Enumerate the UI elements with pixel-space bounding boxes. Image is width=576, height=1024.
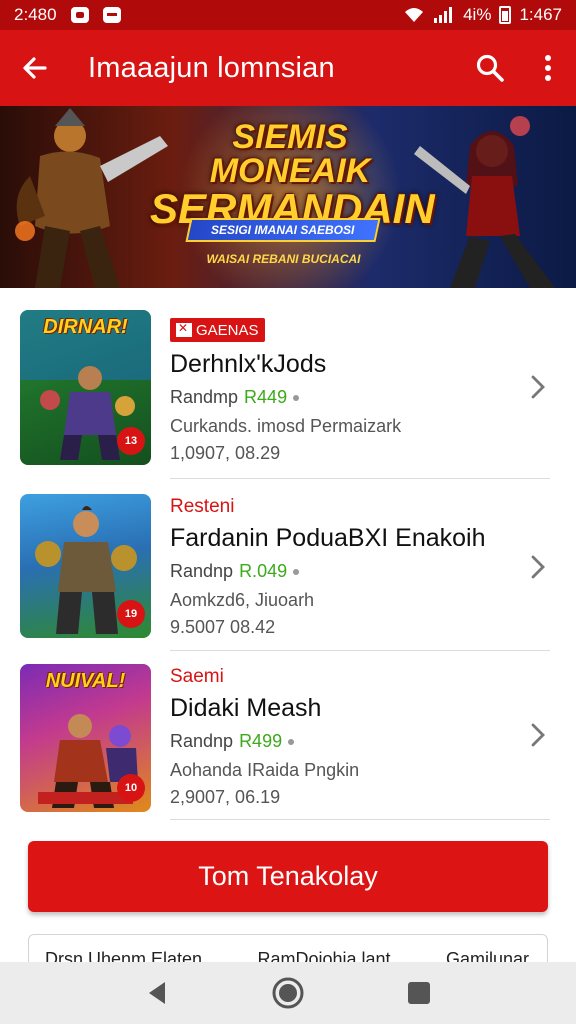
search-button[interactable] <box>460 30 520 106</box>
category-tag-label: Saemi <box>170 666 224 687</box>
item-price-label: Randnp <box>170 731 234 751</box>
age-rating-badge: 19 <box>117 600 145 628</box>
system-nav-bar <box>0 962 576 1024</box>
banner-title: SIEMIS MONEAIK SERMANDAIN <box>150 118 435 230</box>
item-price-row: Randnp R.049 <box>170 561 526 582</box>
item-price-label: Randmp <box>170 387 239 407</box>
category-tag-label: Resteni <box>170 496 235 517</box>
banner-ribbon: SESIGI IMANAI SAEBOSI <box>185 218 381 242</box>
separator-dot <box>288 738 295 745</box>
item-price-value: R449 <box>244 387 288 407</box>
item-subtitle: Curkands. imosd Permaizark <box>170 416 402 436</box>
item-date: 2,9007, 06.19 <box>170 787 281 807</box>
back-triangle-icon <box>149 982 166 1004</box>
signal-icon <box>434 7 453 23</box>
item-price-row: Randnp R499 <box>170 731 526 752</box>
item-price-value: R.049 <box>239 561 288 581</box>
message-notification-icon <box>70 7 89 23</box>
home-circle-icon <box>272 977 304 1009</box>
search-icon <box>476 54 504 82</box>
category-tag-label: GAENAS <box>196 321 259 339</box>
status-time-right: 1:467 <box>519 5 562 24</box>
item-price-value: R499 <box>239 731 283 751</box>
chevron-right-icon <box>528 720 548 750</box>
list-item[interactable]: 19 Resteni Fardanin PoduaBXI Enakoih Ran… <box>0 494 576 664</box>
age-rating-badge: 10 <box>117 774 145 802</box>
chevron-right-icon <box>528 372 548 402</box>
banner-tagline: WAISAI REBANI BUCIACAI <box>206 252 361 266</box>
list-divider <box>170 650 550 651</box>
separator-dot <box>293 568 300 575</box>
banner-ribbon-text: SESIGI IMANAI SAEBOSI <box>211 223 355 237</box>
item-price-row: Randmp R449 <box>170 387 526 408</box>
app-bar: Imaaajun lomnsian <box>0 30 576 106</box>
item-date: 1,0907, 08.29 <box>170 443 281 463</box>
age-rating-badge: 13 <box>117 427 145 455</box>
primary-action-button[interactable]: Tom Tenakolay <box>28 841 548 912</box>
chevron-right-icon <box>528 552 548 582</box>
item-thumbnail: 19 <box>20 494 151 638</box>
status-time-left: 2:480 <box>14 5 57 24</box>
list-divider <box>170 478 550 479</box>
item-thumbnail: NUIVAL! 10 <box>20 664 151 812</box>
item-title: Derhnlx'kJods <box>170 350 327 378</box>
item-price-label: Randnp <box>170 561 234 581</box>
nav-recents-button[interactable] <box>399 973 439 1013</box>
item-thumbnail-label: NUIVAL! <box>45 670 126 692</box>
item-thumbnail-label: DIRNAR! <box>43 316 128 338</box>
back-arrow-icon <box>23 57 47 79</box>
back-button[interactable] <box>0 30 70 106</box>
promo-banner[interactable]: SIEMIS MONEAIK SERMANDAIN SESIGI IMANAI … <box>0 106 576 288</box>
page-title: Imaaajun lomnsian <box>88 51 335 84</box>
item-info: GAENAS Derhnlx'kJods Randmp R449 Curkand… <box>170 318 526 464</box>
wifi-icon <box>405 8 424 22</box>
battery-icon <box>499 6 512 24</box>
nav-home-button[interactable] <box>268 973 308 1013</box>
separator-dot <box>293 394 300 401</box>
item-info: Saemi Didaki Meash Randnp R499 Aohanda I… <box>170 666 526 808</box>
more-options-button[interactable] <box>520 30 576 106</box>
item-subtitle: Aohanda IRaida Pngkin <box>170 760 360 780</box>
banner-title-line1: SIEMIS MONEAIK <box>209 118 371 190</box>
recents-square-icon <box>407 982 430 1004</box>
more-vert-icon <box>545 55 551 81</box>
item-subtitle: Aomkzd6, Jiuoarh <box>170 590 315 610</box>
status-bar: 2:480 4i% 1:467 <box>0 0 576 30</box>
item-date: 9.5007 08.42 <box>170 617 276 637</box>
list-item[interactable]: DIRNAR! 13 GAENAS Derhnlx'kJods Randmp R… <box>0 310 576 480</box>
category-tag-icon <box>176 321 192 337</box>
category-tag: GAENAS <box>170 318 265 342</box>
item-thumbnail: DIRNAR! 13 <box>20 310 151 465</box>
list-divider <box>170 819 550 820</box>
item-info: Resteni Fardanin PoduaBXI Enakoih Randnp… <box>170 496 526 638</box>
battery-percent: 4i% <box>463 5 492 24</box>
list-item[interactable]: NUIVAL! 10 Saemi Didaki Meash Randnp R49… <box>0 664 576 834</box>
item-title: Fardanin PoduaBXI Enakoih <box>170 524 486 552</box>
app-notification-icon <box>102 7 121 23</box>
nav-back-button[interactable] <box>137 973 177 1013</box>
item-title: Didaki Meash <box>170 694 322 722</box>
